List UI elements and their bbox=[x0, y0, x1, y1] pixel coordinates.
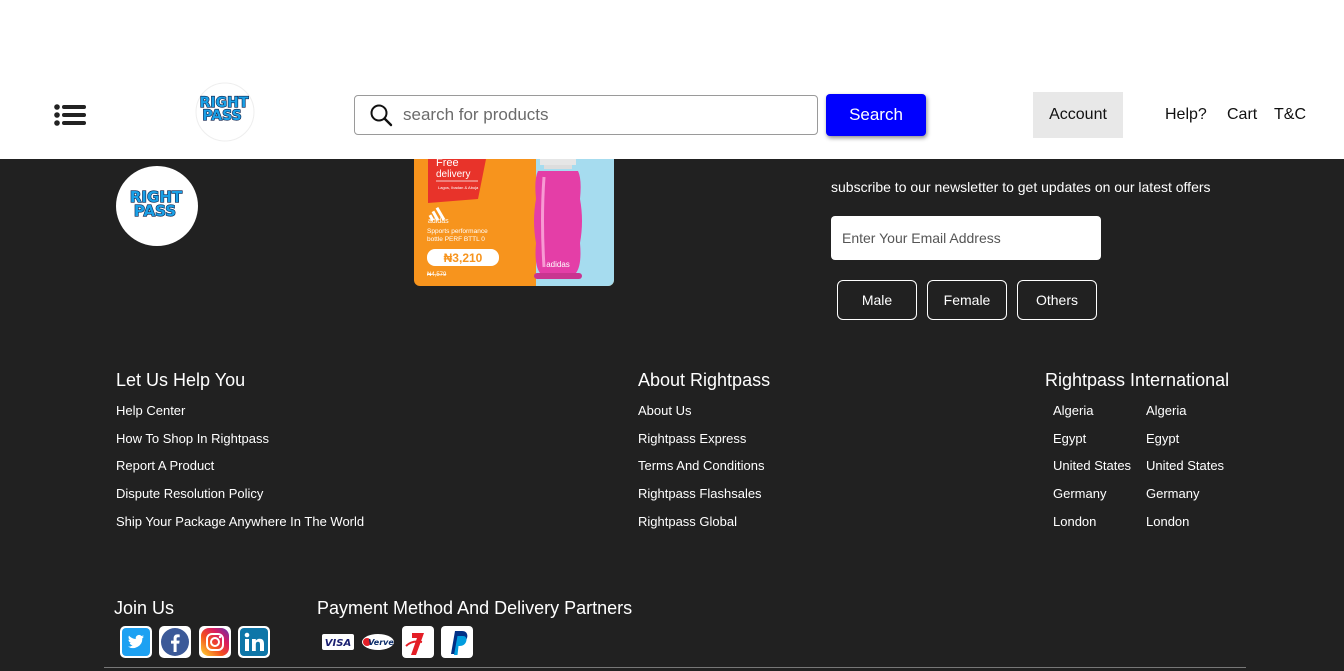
international-links-list-left: Algeria Egypt United States Germany Lond… bbox=[1053, 402, 1131, 540]
terms-link[interactable]: T&C bbox=[1274, 106, 1306, 124]
gender-female-button[interactable]: Female bbox=[927, 280, 1007, 320]
international-section-title: Rightpass International bbox=[1045, 370, 1230, 390]
email-field[interactable] bbox=[831, 216, 1101, 260]
jumia-logo bbox=[402, 626, 434, 663]
water-bottle-image: adidas bbox=[534, 159, 582, 279]
footer-link-terms[interactable]: Terms And Conditions bbox=[638, 457, 764, 485]
country-link[interactable]: Egypt bbox=[1146, 430, 1224, 458]
logo-text-bottom: PASS bbox=[202, 108, 241, 124]
footer-link-report-product[interactable]: Report A Product bbox=[116, 457, 364, 485]
visa-logo: VISA bbox=[322, 634, 354, 655]
newsletter-text: subscribe to our newsletter to get updat… bbox=[831, 179, 1211, 195]
account-button[interactable]: Account bbox=[1033, 92, 1123, 138]
country-link[interactable]: United States bbox=[1053, 457, 1131, 485]
country-link[interactable]: Algeria bbox=[1053, 402, 1131, 430]
footer-divider bbox=[104, 667, 1246, 668]
footer-logo[interactable]: RIGHT PASS bbox=[116, 166, 198, 246]
menu-list-icon[interactable] bbox=[54, 104, 86, 126]
join-us-title: Join Us bbox=[114, 598, 175, 618]
search-box bbox=[354, 95, 818, 135]
gender-others-button[interactable]: Others bbox=[1017, 280, 1097, 320]
gender-male-button[interactable]: Male bbox=[837, 280, 917, 320]
twitter-icon[interactable] bbox=[120, 626, 152, 658]
page: RIGHT PASS Search Account Help? Cart T&C… bbox=[0, 0, 1344, 671]
footer-link-express[interactable]: Rightpass Express bbox=[638, 430, 764, 458]
country-link[interactable]: London bbox=[1146, 513, 1224, 541]
country-link[interactable]: Germany bbox=[1053, 485, 1131, 513]
about-section-title: About Rightpass bbox=[638, 370, 771, 390]
help-links-list: Help Center How To Shop In Rightpass Rep… bbox=[116, 402, 364, 540]
promo-tag-line2: delivery bbox=[436, 169, 470, 180]
country-link[interactable]: Algeria bbox=[1146, 402, 1224, 430]
bottle-brand: adidas bbox=[546, 260, 570, 269]
international-links-list-right: Algeria Egypt United States Germany Lond… bbox=[1146, 402, 1224, 540]
search-button[interactable]: Search bbox=[826, 94, 926, 136]
promo-brand: adidas bbox=[428, 218, 449, 225]
promo-product-line2: bottle PERF BTTL 0 bbox=[427, 236, 485, 243]
footer-link-dispute-policy[interactable]: Dispute Resolution Policy bbox=[116, 485, 364, 513]
promo-old-price: ₦4,579 bbox=[427, 272, 447, 278]
footer-link-flashsales[interactable]: Rightpass Flashsales bbox=[638, 485, 764, 513]
instagram-icon[interactable] bbox=[199, 626, 231, 658]
help-link[interactable]: Help? bbox=[1165, 106, 1207, 124]
country-link[interactable]: Germany bbox=[1146, 485, 1224, 513]
verve-logo-text: Verve bbox=[368, 638, 394, 647]
site-logo[interactable]: RIGHT PASS bbox=[184, 81, 262, 143]
search-input[interactable] bbox=[403, 105, 803, 125]
footer-link-ship-package[interactable]: Ship Your Package Anywhere In The World bbox=[116, 513, 364, 541]
footer-link-global[interactable]: Rightpass Global bbox=[638, 513, 764, 541]
promo-product-line1: Spports performance bbox=[427, 228, 488, 235]
about-links-list: About Us Rightpass Express Terms And Con… bbox=[638, 402, 764, 540]
verve-logo: Verve bbox=[362, 634, 394, 655]
cart-link[interactable]: Cart bbox=[1227, 106, 1257, 124]
promo-tag-sub: Lagos, Ibadan & Abuja bbox=[438, 185, 479, 190]
header-bar: RIGHT PASS Search Account Help? Cart T&C bbox=[0, 66, 1344, 159]
promo-tag-line1: Free bbox=[436, 159, 459, 169]
country-link[interactable]: Egypt bbox=[1053, 430, 1131, 458]
footer-link-help-center[interactable]: Help Center bbox=[116, 402, 364, 430]
help-section-title: Let Us Help You bbox=[116, 370, 246, 390]
promo-banner[interactable]: Free delivery Lagos, Ibadan & Abuja adid… bbox=[414, 159, 614, 286]
visa-logo-text: VISA bbox=[325, 638, 351, 649]
linkedin-icon[interactable] bbox=[238, 626, 270, 658]
search-icon bbox=[370, 104, 393, 127]
promo-price: ₦3,210 bbox=[444, 251, 483, 265]
footer-link-how-to-shop[interactable]: How To Shop In Rightpass bbox=[116, 430, 364, 458]
footer-link-about-us[interactable]: About Us bbox=[638, 402, 764, 430]
footer: RIGHT PASS Free delivery Lagos, Ibadan &… bbox=[0, 159, 1344, 671]
country-link[interactable]: United States bbox=[1146, 457, 1224, 485]
paypal-logo bbox=[441, 626, 473, 663]
facebook-icon[interactable] bbox=[159, 626, 191, 658]
country-link[interactable]: London bbox=[1053, 513, 1131, 541]
footer-logo-text-bottom: PASS bbox=[134, 202, 176, 220]
payment-partners-title: Payment Method And Delivery Partners bbox=[317, 598, 633, 618]
